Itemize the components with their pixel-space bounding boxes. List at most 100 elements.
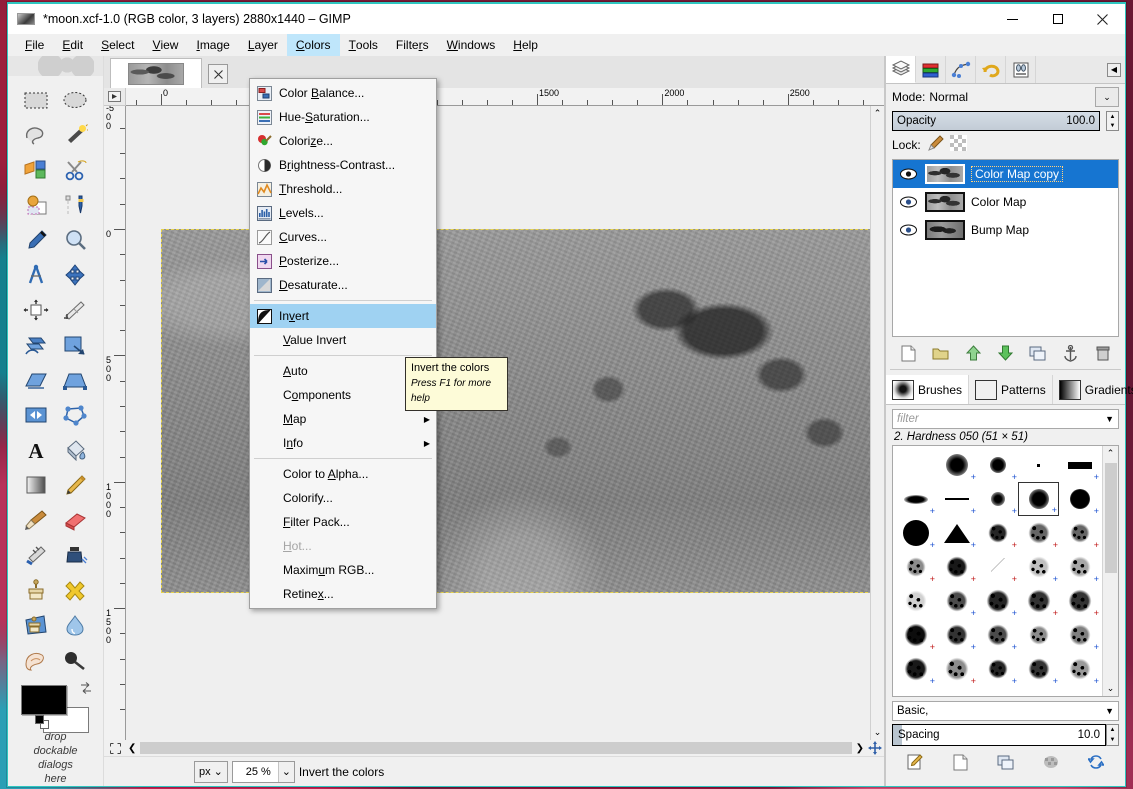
tool-text[interactable]: A bbox=[16, 432, 56, 467]
layer-name[interactable]: Color Map bbox=[971, 195, 1026, 209]
brush-cell[interactable] bbox=[895, 686, 936, 697]
brush-cell[interactable]: + bbox=[895, 550, 936, 584]
tab-close-icon[interactable] bbox=[208, 64, 228, 84]
brush-cell[interactable]: + bbox=[936, 482, 977, 516]
tool-scissors-select[interactable] bbox=[56, 152, 96, 187]
anchor-layer-button[interactable] bbox=[1058, 342, 1082, 364]
canvas-viewport[interactable] bbox=[126, 106, 870, 740]
tool-paths[interactable] bbox=[56, 187, 96, 222]
menu-tools[interactable]: Tools bbox=[340, 34, 387, 56]
menu-item-posterize[interactable]: Posterize... bbox=[250, 249, 436, 273]
menu-item-value-invert[interactable]: Value Invert bbox=[250, 328, 436, 352]
hscroll-thumb[interactable] bbox=[140, 742, 851, 754]
horizontal-ruler[interactable]: 0150020002500 bbox=[126, 88, 884, 106]
menu-windows[interactable]: Windows bbox=[438, 34, 505, 56]
new-brush-button[interactable] bbox=[948, 751, 972, 773]
menu-help[interactable]: Help bbox=[504, 34, 547, 56]
brush-cell[interactable]: + bbox=[895, 652, 936, 686]
brush-scroll-thumb[interactable] bbox=[1105, 463, 1117, 573]
brush-cell[interactable]: + bbox=[977, 482, 1018, 516]
menu-layer[interactable]: Layer bbox=[239, 34, 287, 56]
scroll-right-icon[interactable]: ❯ bbox=[854, 743, 866, 754]
minimize-button[interactable] bbox=[990, 4, 1035, 34]
brush-cell[interactable]: + bbox=[977, 618, 1018, 652]
tab-patterns[interactable]: Patterns bbox=[969, 375, 1053, 404]
menu-item-maximum-rgb[interactable]: Maximum RGB... bbox=[250, 558, 436, 582]
tool-perspective[interactable] bbox=[56, 362, 96, 397]
menu-item-retinex[interactable]: Retinex... bbox=[250, 582, 436, 606]
brush-cell[interactable] bbox=[895, 584, 936, 618]
layer-row[interactable]: Color Map copy bbox=[893, 160, 1118, 188]
tool-cage-transform[interactable] bbox=[56, 397, 96, 432]
brush-cell[interactable]: + bbox=[977, 652, 1018, 686]
brush-cell[interactable]: + bbox=[936, 652, 977, 686]
menu-item-info[interactable]: Info▶ bbox=[250, 431, 436, 455]
brush-cell[interactable]: + bbox=[1059, 652, 1100, 686]
tool-shear[interactable] bbox=[16, 362, 56, 397]
opacity-slider[interactable]: Opacity 100.0 bbox=[892, 111, 1100, 131]
scroll-left-icon[interactable]: ❮ bbox=[126, 743, 138, 754]
layer-name[interactable]: Color Map copy bbox=[971, 166, 1063, 182]
menu-item-color-to-alpha[interactable]: Color to Alpha... bbox=[250, 462, 436, 486]
chevron-down-icon[interactable]: ▼ bbox=[1105, 706, 1114, 716]
tab-undo-history[interactable] bbox=[976, 56, 1006, 83]
foreground-color-swatch[interactable] bbox=[21, 685, 67, 715]
brush-cell[interactable]: + bbox=[1018, 584, 1059, 618]
maximize-button[interactable] bbox=[1035, 4, 1080, 34]
brush-cell[interactable]: + bbox=[977, 448, 1018, 482]
navigation-preview-icon[interactable] bbox=[866, 740, 884, 756]
tool-clone[interactable] bbox=[16, 572, 56, 607]
brush-cell[interactable]: + bbox=[1018, 516, 1059, 550]
brush-cell[interactable] bbox=[1018, 618, 1059, 652]
mode-dropdown-button[interactable]: ⌄ bbox=[1095, 87, 1119, 107]
colors-dropdown-menu[interactable]: Color Balance...Hue-Saturation...Coloriz… bbox=[249, 78, 437, 609]
tool-eraser[interactable] bbox=[56, 502, 96, 537]
brush-cell[interactable] bbox=[1018, 686, 1059, 697]
tool-paintbrush[interactable] bbox=[16, 502, 56, 537]
duplicate-layer-button[interactable] bbox=[1026, 342, 1050, 364]
tool-smudge[interactable] bbox=[16, 642, 56, 677]
tool-alignment[interactable] bbox=[16, 292, 56, 327]
tool-airbrush[interactable] bbox=[16, 537, 56, 572]
color-swatches[interactable] bbox=[19, 683, 93, 694]
ruler-menu-button[interactable] bbox=[104, 88, 126, 106]
menu-item-threshold[interactable]: Threshold... bbox=[250, 177, 436, 201]
swap-colors-icon[interactable] bbox=[79, 681, 93, 695]
tool-move[interactable] bbox=[56, 257, 96, 292]
menu-item-filter-pack[interactable]: Filter Pack... bbox=[250, 510, 436, 534]
lock-pixels-icon[interactable] bbox=[927, 135, 944, 154]
tool-flip[interactable] bbox=[16, 397, 56, 432]
quick-mask-toggle-icon[interactable] bbox=[104, 740, 126, 756]
tool-color-picker[interactable] bbox=[16, 222, 56, 257]
layer-row[interactable]: Bump Map bbox=[893, 216, 1118, 244]
vertical-ruler[interactable]: -500050010001500 bbox=[104, 106, 126, 740]
lower-layer-button[interactable] bbox=[993, 342, 1017, 364]
delete-layer-button[interactable] bbox=[1091, 342, 1115, 364]
brush-cell[interactable]: + bbox=[1018, 482, 1059, 516]
brush-cell[interactable] bbox=[1059, 686, 1100, 697]
eye-icon[interactable] bbox=[897, 196, 919, 208]
brush-cell[interactable] bbox=[936, 686, 977, 697]
chevron-down-icon[interactable]: ▼ bbox=[1105, 414, 1114, 424]
menu-item-curves[interactable]: Curves... bbox=[250, 225, 436, 249]
menu-select[interactable]: Select bbox=[92, 34, 143, 56]
scroll-down-icon[interactable]: ⌄ bbox=[874, 727, 882, 738]
brush-filter-input[interactable]: filter ▼ bbox=[892, 409, 1119, 429]
layer-name[interactable]: Bump Map bbox=[971, 223, 1029, 237]
menu-edit[interactable]: Edit bbox=[53, 34, 92, 56]
scroll-down-icon[interactable]: ⌄ bbox=[1107, 681, 1115, 696]
menu-item-desaturate[interactable]: Desaturate... bbox=[250, 273, 436, 297]
image-tab-moon[interactable] bbox=[110, 58, 202, 88]
spacing-slider[interactable]: Spacing 10.0 bbox=[892, 724, 1106, 746]
raise-layer-button[interactable] bbox=[961, 342, 985, 364]
menu-item-color-balance[interactable]: Color Balance... bbox=[250, 81, 436, 105]
tool-pencil[interactable] bbox=[56, 467, 96, 502]
tool-gradient[interactable] bbox=[16, 467, 56, 502]
brush-cell[interactable] bbox=[977, 686, 1018, 697]
tab-brushes[interactable]: Brushes bbox=[886, 375, 969, 404]
brush-cell[interactable]: + bbox=[895, 516, 936, 550]
brush-cell[interactable] bbox=[1018, 448, 1059, 482]
brush-grid-scrollbar[interactable]: ⌃ ⌄ bbox=[1102, 446, 1118, 696]
tool-crop[interactable] bbox=[56, 292, 96, 327]
brush-cell[interactable]: + bbox=[895, 618, 936, 652]
